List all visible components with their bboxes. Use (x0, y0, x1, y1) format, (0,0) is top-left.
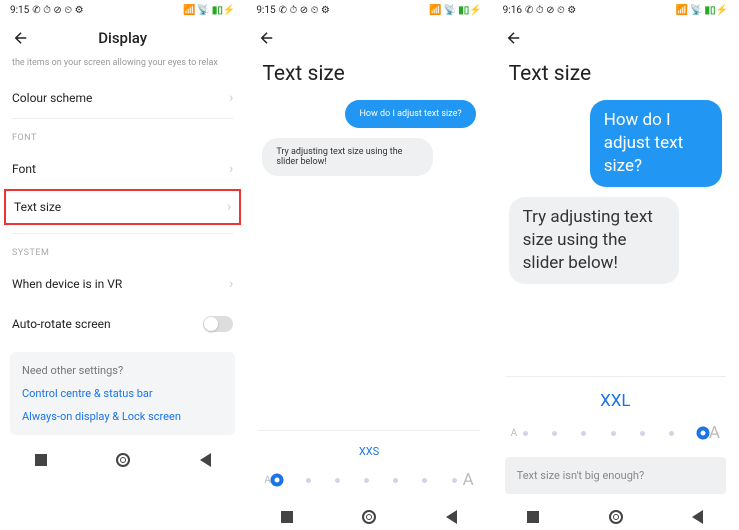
slider-section: XXS A A (246, 420, 491, 500)
size-label: XXS (258, 445, 479, 458)
chevron-right-icon: › (227, 199, 231, 215)
nav-home-icon[interactable] (609, 510, 623, 524)
slider-max-icon: A (463, 470, 474, 490)
page-title: Display (30, 29, 215, 47)
nav-home-icon[interactable] (116, 453, 130, 467)
phone-screen-3: 9:16 ✆ ⏱ ⊘ ⏲ ⚙ 📶 📡 ▮▯⚡ Text size How do … (493, 0, 739, 530)
header (493, 20, 738, 56)
row-colour-scheme[interactable]: Colour scheme › (0, 78, 245, 118)
row-vr[interactable]: When device is in VR › (0, 264, 245, 304)
phone-screen-2: 9:15 ✆ ⏱ ⊘ ⏲ ⚙ 📶 📡 ▮▯⚡ Text size How do … (246, 0, 492, 530)
highlight-text-size: Text size › (4, 189, 241, 225)
bubble-question: How do I adjust text size? (590, 100, 722, 187)
text-size-slider[interactable]: A A (258, 466, 479, 494)
preview-chat: How do I adjust text size? Try adjusting… (246, 100, 491, 420)
tip-not-big-enough[interactable]: Text size isn't big enough? (505, 457, 726, 494)
row-text-size[interactable]: Text size › (6, 191, 239, 223)
bubble-answer: Try adjusting text size using the slider… (262, 138, 433, 176)
text-size-slider[interactable]: A A (505, 419, 726, 447)
nav-back-icon[interactable] (692, 510, 703, 524)
status-bar: 9:15 ✆ ⏱ ⊘ ⏲ ⚙ 📶 📡 ▮▯⚡ (0, 0, 245, 20)
slider-thumb[interactable] (270, 474, 283, 487)
status-battery-icon: ▮▯⚡ (212, 5, 235, 16)
section-font: FONT (0, 119, 245, 149)
preview-chat: How do I adjust text size? Try adjusting… (493, 100, 738, 366)
row-label: Colour scheme (12, 91, 92, 105)
other-settings-card: Need other settings? Control centre & st… (10, 352, 235, 435)
divider (505, 376, 726, 377)
nav-recents-icon[interactable] (281, 511, 293, 523)
page-title: Text size (246, 56, 491, 100)
row-font[interactable]: Font › (0, 149, 245, 189)
row-autorotate[interactable]: Auto-rotate screen (0, 304, 245, 344)
status-icons-left: ✆ ⏱ ⊘ ⏲ ⚙ (32, 5, 83, 16)
slider-track[interactable] (523, 431, 703, 436)
row-label: Auto-rotate screen (12, 317, 111, 331)
status-time: 9:15 (256, 5, 275, 16)
back-arrow-icon[interactable] (12, 29, 30, 47)
status-signal-icon: 📶 (676, 5, 688, 16)
other-title: Need other settings? (22, 364, 223, 377)
row-label: Text size (14, 200, 61, 214)
nav-recents-icon[interactable] (35, 454, 47, 466)
nav-back-icon[interactable] (446, 510, 457, 524)
status-time: 9:15 (10, 5, 29, 16)
top-description: the items on your screen allowing your e… (0, 56, 245, 78)
status-icons-left: ✆ ⏱ ⊘ ⏲ ⚙ (279, 5, 330, 16)
section-system: SYSTEM (0, 234, 245, 264)
status-signal-icon: 📶 (183, 5, 195, 16)
bubble-answer: Try adjusting text size using the slider… (509, 197, 680, 284)
status-bar: 9:16 ✆ ⏱ ⊘ ⏲ ⚙ 📶 📡 ▮▯⚡ (493, 0, 738, 20)
nav-recents-icon[interactable] (527, 511, 539, 523)
status-icons-left: ✆ ⏱ ⊘ ⏲ ⚙ (525, 5, 576, 16)
nav-back-icon[interactable] (200, 453, 211, 467)
size-label: XXL (505, 391, 726, 411)
android-navbar (0, 443, 245, 473)
header: Display (0, 20, 245, 56)
slider-section: XXL A A (493, 366, 738, 453)
status-signal-icon: 📶 (429, 5, 441, 16)
status-battery-icon: ▮▯⚡ (458, 5, 481, 16)
android-navbar (246, 500, 491, 530)
back-arrow-icon[interactable] (258, 29, 276, 47)
row-label: Font (12, 162, 36, 176)
chevron-right-icon: › (229, 161, 233, 177)
status-wifi-icon: 📡 (197, 5, 209, 16)
link-aod-lock[interactable]: Always-on display & Lock screen (22, 410, 223, 423)
chevron-right-icon: › (229, 90, 233, 106)
status-time: 9:16 (503, 5, 522, 16)
toggle-autorotate[interactable] (203, 316, 233, 332)
slider-track[interactable] (277, 478, 457, 483)
slider-min-icon: A (511, 428, 518, 439)
divider (258, 430, 479, 431)
page-title: Text size (493, 56, 738, 100)
row-label: When device is in VR (12, 277, 122, 291)
slider-max-icon: A (709, 423, 720, 443)
status-wifi-icon: 📡 (444, 5, 456, 16)
phone-screen-1: 9:15 ✆ ⏱ ⊘ ⏲ ⚙ 📶 📡 ▮▯⚡ Display the items… (0, 0, 246, 530)
chevron-right-icon: › (229, 276, 233, 292)
bubble-question: How do I adjust text size? (345, 100, 475, 128)
header (246, 20, 491, 56)
slider-thumb[interactable] (696, 427, 709, 440)
nav-home-icon[interactable] (362, 510, 376, 524)
status-wifi-icon: 📡 (690, 5, 702, 16)
android-navbar (493, 500, 738, 530)
status-bar: 9:15 ✆ ⏱ ⊘ ⏲ ⚙ 📶 📡 ▮▯⚡ (246, 0, 491, 20)
back-arrow-icon[interactable] (505, 29, 523, 47)
link-control-centre[interactable]: Control centre & status bar (22, 387, 223, 400)
status-battery-icon: ▮▯⚡ (705, 5, 728, 16)
